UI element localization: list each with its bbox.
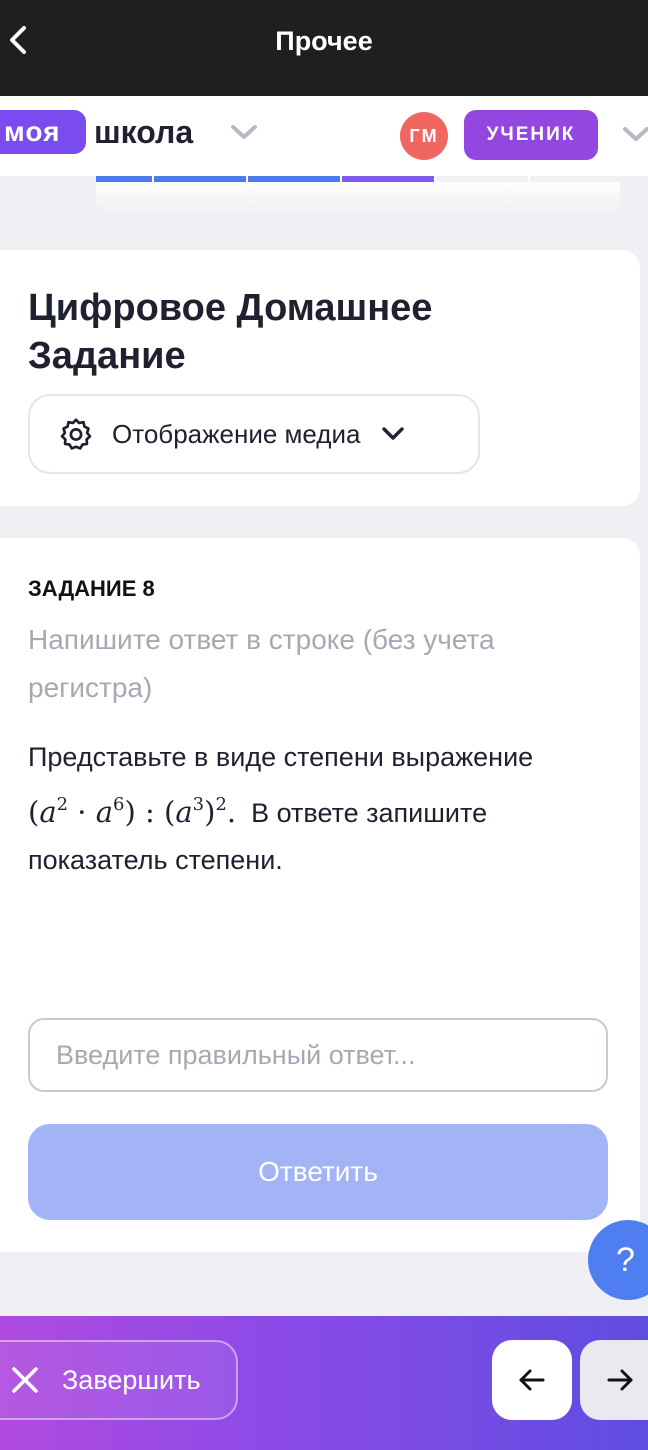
- chevron-down-icon: [382, 427, 405, 440]
- previous-task-button[interactable]: [492, 1340, 572, 1420]
- gear-icon: [60, 418, 92, 450]
- progress-segment[interactable]: [96, 176, 152, 182]
- page-title: Цифровое Домашнее Задание: [28, 287, 433, 377]
- app-header: моя школа ГМ УЧЕНИК: [0, 96, 648, 176]
- role-badge[interactable]: УЧЕНИК: [464, 110, 598, 160]
- close-icon: [12, 1367, 38, 1393]
- finish-label: Завершить: [62, 1364, 201, 1395]
- next-task-button[interactable]: [580, 1340, 648, 1420]
- progress-segment[interactable]: [342, 176, 434, 182]
- screen-title: Прочее: [275, 26, 373, 56]
- task-progress-strip: [96, 176, 620, 216]
- media-display-dropdown[interactable]: Отображение медиа: [28, 394, 480, 474]
- media-dropdown-label: Отображение медиа: [112, 418, 361, 449]
- chevron-down-icon[interactable]: [622, 126, 648, 142]
- logo-highlight[interactable]: моя: [0, 110, 86, 154]
- logo-text[interactable]: школа: [94, 110, 193, 154]
- progress-segment[interactable]: [436, 176, 528, 182]
- finish-button[interactable]: Завершить: [0, 1340, 238, 1420]
- arrow-right-icon: [607, 1369, 633, 1391]
- math-expression: (a2 · a6) : (a3)2.: [28, 794, 237, 829]
- task-text-before: Представьте в виде степени выражение: [28, 742, 534, 772]
- progress-segment[interactable]: [248, 176, 340, 182]
- task-hint: Напишите ответ в строке (без учета регис…: [28, 624, 495, 703]
- task-card: ЗАДАНИЕ 8 Напишите ответ в строке (без у…: [0, 538, 640, 1252]
- task-title: ЗАДАНИЕ 8: [28, 576, 155, 601]
- arrow-left-icon: [519, 1369, 545, 1391]
- progress-segment[interactable]: [530, 176, 620, 182]
- bottom-bar: Завершить: [0, 1316, 648, 1450]
- submit-answer-button[interactable]: Ответить: [28, 1124, 608, 1220]
- avatar[interactable]: ГМ: [400, 112, 448, 160]
- top-bar: Прочее: [0, 0, 648, 96]
- task-statement: Представьте в виде степени выражение (a2…: [28, 734, 618, 884]
- homework-card: Цифровое Домашнее Задание Отображение ме…: [0, 250, 640, 506]
- chevron-down-icon[interactable]: [230, 124, 258, 140]
- progress-segment[interactable]: [154, 176, 246, 182]
- answer-input[interactable]: [28, 1018, 608, 1092]
